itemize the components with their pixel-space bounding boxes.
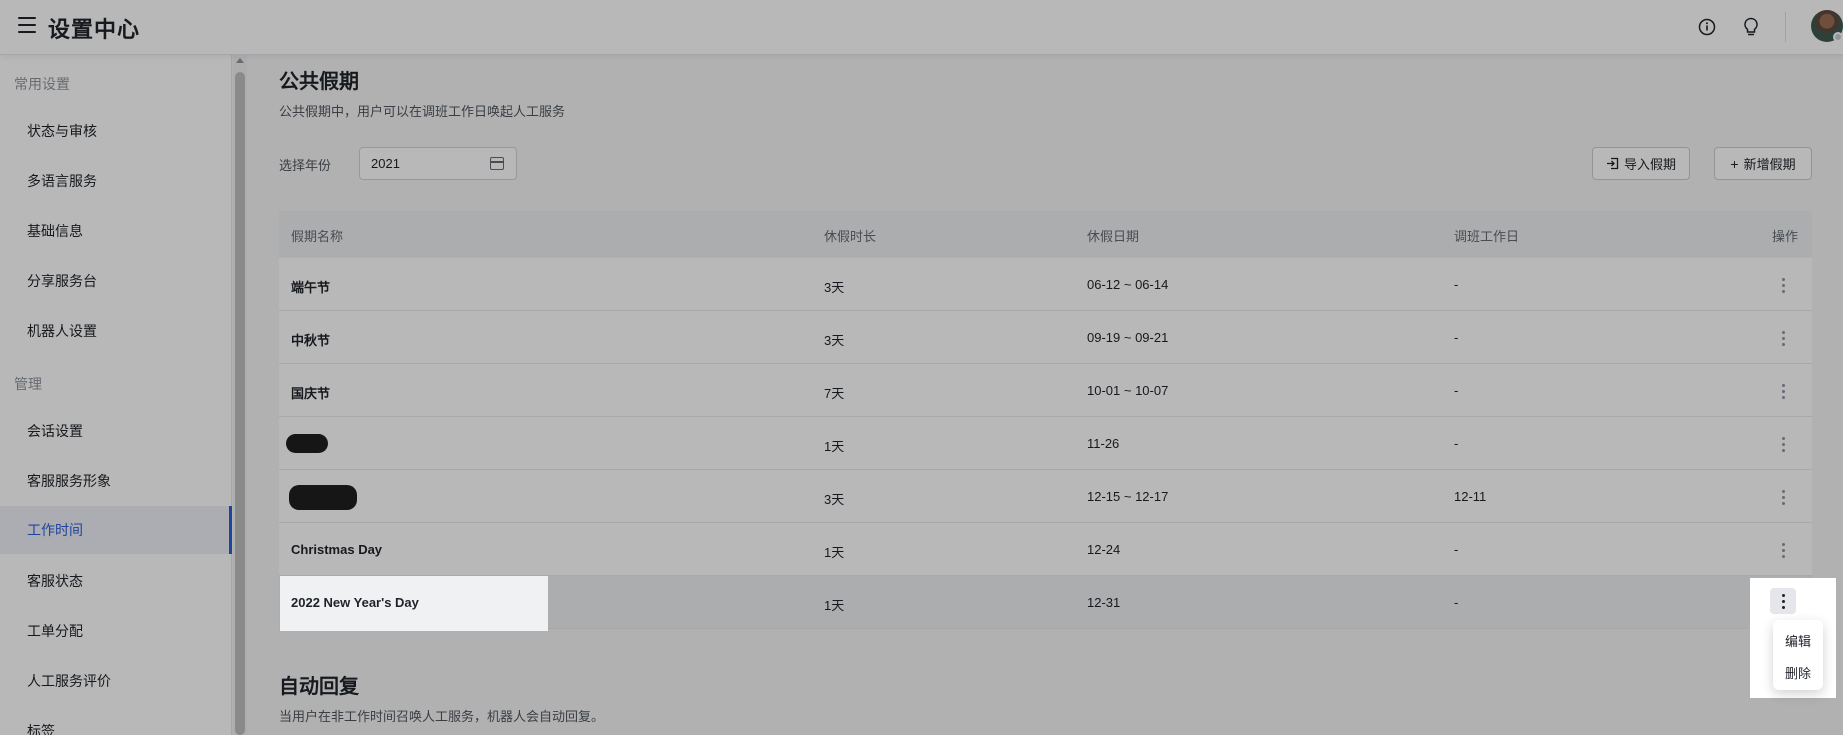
holiday-dates: 09-19 ~ 09-21 (1087, 330, 1169, 345)
holiday-duration: 1天 (824, 598, 845, 613)
sidebar-item-tags[interactable]: 标签 (0, 707, 232, 735)
holiday-name: 中秋节 (291, 333, 331, 348)
holiday-workday: - (1454, 595, 1459, 610)
holiday-dates: 12-31 (1087, 595, 1121, 610)
col-dates: 休假日期 (1087, 229, 1140, 244)
sidebar-item-ticket-assign[interactable]: 工单分配 (0, 607, 232, 655)
top-header: 设置中心 (0, 0, 1843, 55)
holiday-name: 端午节 (291, 280, 331, 295)
holiday-section-desc: 公共假期中，用户可以在调班工作日唤起人工服务 (279, 104, 566, 119)
import-holiday-button[interactable]: 导入假期 (1592, 147, 1690, 180)
holiday-dates: 12-15 ~ 12-17 (1087, 489, 1169, 504)
col-duration: 休假时长 (824, 229, 877, 244)
sidebar-scrollbar-thumb[interactable] (235, 72, 245, 735)
holiday-dates: 12-24 (1087, 542, 1121, 557)
table-header: 假期名称 休假时长 休假日期 调班工作日 操作 (279, 211, 1812, 257)
sidebar-item-session-settings[interactable]: 会话设置 (0, 407, 232, 455)
col-holiday-name: 假期名称 (291, 229, 344, 244)
more-actions-icon[interactable] (1770, 378, 1796, 404)
holiday-workday: - (1454, 277, 1459, 292)
holiday-duration: 3天 (824, 492, 845, 507)
header-divider (1785, 12, 1786, 42)
col-workday: 调班工作日 (1454, 229, 1520, 244)
holiday-workday: - (1454, 436, 1459, 451)
redacted-name (286, 434, 328, 453)
table-row: 3天 12-15 ~ 12-17 12-11 (279, 470, 1812, 523)
auto-reply-desc: 当用户在非工作时间召唤人工服务，机器人会自动回复。 (279, 709, 605, 724)
holiday-dates: 11-26 (1087, 436, 1120, 451)
sidebar: 常用设置 状态与审核 多语言服务 基础信息 分享服务台 机器人设置 管理 会话设… (0, 55, 232, 735)
col-actions: 操作 (1772, 229, 1799, 244)
holiday-name: Christmas Day (291, 542, 383, 557)
sidebar-item-service-rating[interactable]: 人工服务评价 (0, 657, 232, 705)
plus-icon: + (1730, 155, 1739, 172)
calendar-icon (490, 157, 504, 170)
scroll-up-arrow-icon[interactable] (236, 58, 244, 63)
redacted-name (289, 485, 357, 510)
auto-reply-title: 自动回复 (279, 676, 359, 698)
sidebar-item-share-desk[interactable]: 分享服务台 (0, 257, 232, 305)
import-icon (1606, 157, 1619, 170)
sidebar-group-common: 常用设置 (14, 76, 70, 92)
table-row: 端午节 3天 06-12 ~ 06-14 - (279, 258, 1812, 311)
sidebar-item-agent-image[interactable]: 客服服务形象 (0, 457, 232, 505)
holiday-duration: 7天 (824, 386, 845, 401)
more-actions-icon[interactable] (1770, 325, 1796, 351)
info-icon[interactable] (1696, 16, 1718, 38)
menu-icon[interactable] (18, 17, 36, 33)
sidebar-item-agent-status[interactable]: 客服状态 (0, 557, 232, 605)
spotlight-name-cell: 2022 New Year's Day (280, 576, 548, 631)
delete-menu-item[interactable]: 删除 (1773, 663, 1823, 682)
more-actions-icon[interactable] (1770, 431, 1796, 457)
table-row: 国庆节 7天 10-01 ~ 10-07 - (279, 364, 1812, 417)
import-holiday-label: 导入假期 (1623, 157, 1676, 172)
app-title: 设置中心 (48, 17, 141, 42)
year-value: 2021 (371, 156, 400, 171)
holiday-name: 2022 New Year's Day (291, 595, 419, 610)
add-holiday-label: 新增假期 (1743, 157, 1796, 172)
holiday-workday: - (1454, 383, 1459, 398)
status-dot (1833, 32, 1843, 42)
holiday-name: 国庆节 (291, 386, 331, 401)
holiday-duration: 1天 (824, 439, 845, 454)
row-action-menu: 编辑 删除 (1773, 620, 1823, 690)
table-row: 1天 11-26 - (279, 417, 1812, 470)
add-holiday-button[interactable]: + 新增假期 (1714, 147, 1812, 180)
holiday-duration: 1天 (824, 545, 845, 560)
holiday-duration: 3天 (824, 333, 845, 348)
table-row: Christmas Day 1天 12-24 - (279, 523, 1812, 576)
more-actions-icon[interactable] (1770, 272, 1796, 298)
holiday-section-title: 公共假期 (279, 71, 359, 93)
sidebar-item-work-hours[interactable]: 工作时间 (0, 506, 232, 554)
holiday-workday: - (1454, 542, 1459, 557)
year-picker[interactable]: 2021 (359, 147, 517, 180)
table-row: 中秋节 3天 09-19 ~ 09-21 - (279, 311, 1812, 364)
sidebar-group-manage: 管理 (14, 376, 42, 392)
holiday-dates: 06-12 ~ 06-14 (1087, 277, 1169, 292)
sidebar-item-multilanguage[interactable]: 多语言服务 (0, 157, 232, 205)
holiday-workday: - (1454, 330, 1459, 345)
more-actions-icon[interactable] (1770, 588, 1796, 614)
more-actions-icon[interactable] (1770, 537, 1796, 563)
holiday-workday: 12-11 (1454, 489, 1487, 504)
sidebar-item-status-review[interactable]: 状态与审核 (0, 107, 232, 155)
sidebar-item-bot-settings[interactable]: 机器人设置 (0, 307, 232, 355)
holiday-duration: 3天 (824, 280, 845, 295)
sidebar-item-basic-info[interactable]: 基础信息 (0, 207, 232, 255)
holiday-dates: 10-01 ~ 10-07 (1087, 383, 1169, 398)
year-label: 选择年份 (279, 158, 332, 173)
edit-menu-item[interactable]: 编辑 (1773, 631, 1823, 650)
lightbulb-icon[interactable] (1740, 16, 1762, 38)
more-actions-icon[interactable] (1770, 484, 1796, 510)
